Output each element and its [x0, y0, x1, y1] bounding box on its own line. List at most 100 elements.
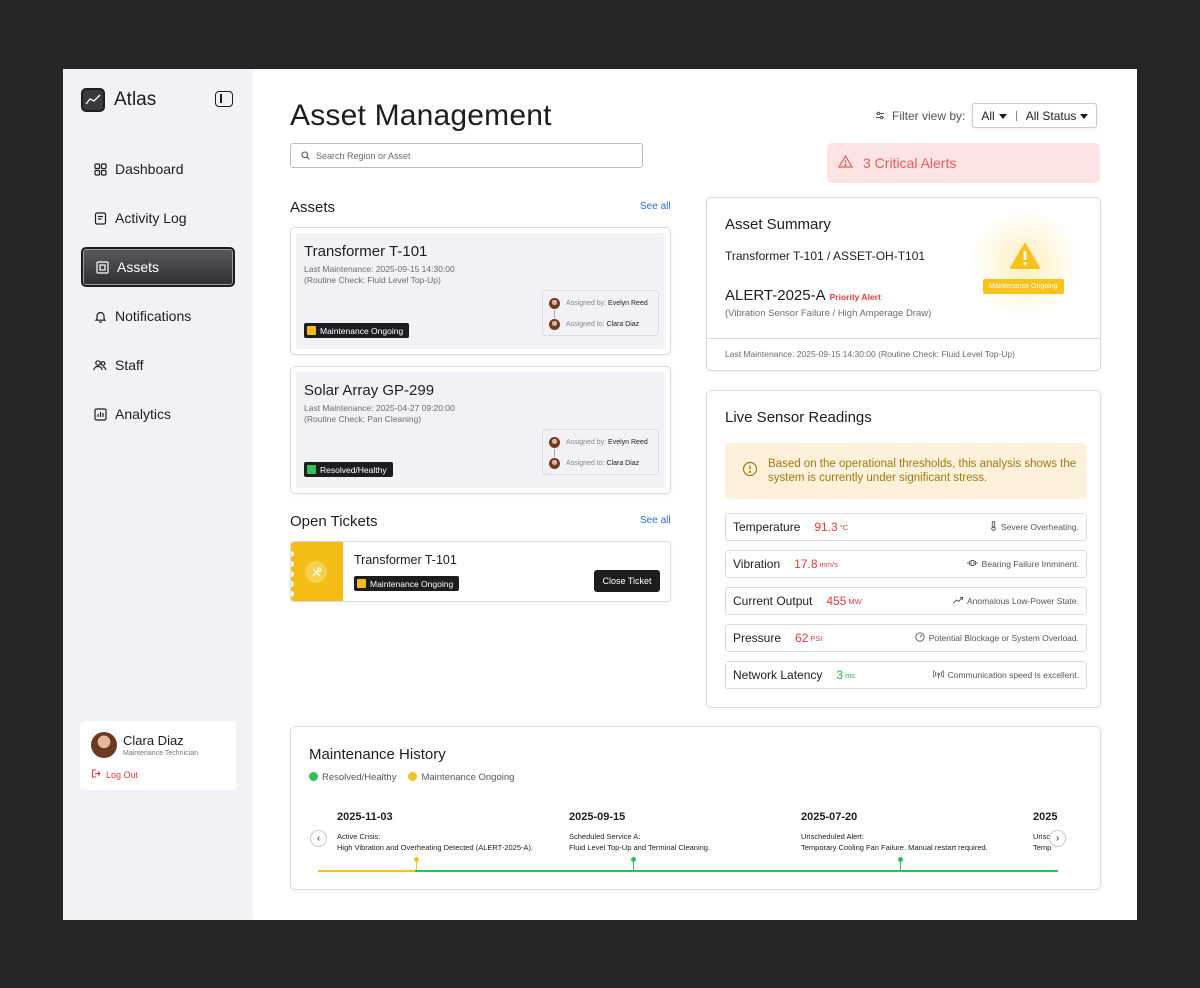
- sidebar-nav: Dashboard Activity Log Assets Notificati…: [81, 149, 235, 443]
- asset-meta: Last Maintenance: 2025-04-27 09:20:00 (R…: [304, 403, 455, 425]
- status-badge: Maintenance Ongoing: [983, 279, 1064, 294]
- sidebar-item-label: Activity Log: [115, 210, 187, 226]
- activity-log-icon: [93, 211, 107, 225]
- sensor-value: 17.8: [794, 557, 818, 571]
- search-box[interactable]: [290, 143, 643, 168]
- sensor-label: Current Output: [733, 594, 813, 608]
- assets-see-all-link[interactable]: See all: [640, 201, 671, 212]
- chevron-down-icon: [1080, 113, 1089, 119]
- sensor-unit: PSI: [810, 633, 823, 643]
- asset-card-body: Solar Array GP-299 Last Maintenance: 202…: [296, 372, 665, 488]
- filter-label: Filter view by:: [892, 108, 966, 123]
- sensor-value: 3: [836, 668, 844, 682]
- assignment-connector: [554, 449, 555, 457]
- sensor-note: Bearing Failure Imminent.: [967, 559, 1079, 569]
- sidebar-item-analytics[interactable]: Analytics: [81, 394, 235, 434]
- sidebar-item-dashboard[interactable]: Dashboard: [81, 149, 235, 189]
- legend-item-healthy: Resolved/Healthy: [309, 772, 396, 783]
- sensor-value: 62: [795, 631, 809, 645]
- sidebar-item-notifications[interactable]: Notifications: [81, 296, 235, 336]
- assigned-to: Assigned to: Clara Diaz: [549, 458, 639, 469]
- asset-last-maintenance: Last Maintenance: 2025-09-15 14:30:00: [304, 264, 455, 274]
- sidebar-item-label: Notifications: [115, 308, 192, 324]
- asset-name: Transformer T-101: [304, 243, 428, 260]
- event-description: High Vibration and Overheating Detected …: [337, 843, 534, 852]
- timeline-prev-button[interactable]: ‹: [310, 830, 327, 847]
- sidebar-item-activity-log[interactable]: Activity Log: [81, 198, 235, 238]
- status-badge-label: Resolved/Healthy: [320, 464, 387, 475]
- avatar: [549, 298, 560, 309]
- summary-alert-id: ALERT-2025-A Priority Alert: [725, 287, 881, 304]
- timeline-next-button[interactable]: ›: [1049, 830, 1066, 847]
- summary-last-maintenance: Last Maintenance: 2025-09-15 14:30:00 (R…: [725, 349, 1015, 359]
- timeline-marker: [631, 857, 636, 870]
- asset-card[interactable]: Solar Array GP-299 Last Maintenance: 202…: [290, 366, 671, 494]
- sensor-value: 455: [826, 594, 847, 608]
- critical-alerts-banner[interactable]: 3 Critical Alerts: [827, 143, 1100, 183]
- timeline-segment-healthy: [415, 870, 1058, 872]
- app-window: Atlas Dashboard Activity Log Assets Noti…: [63, 69, 1137, 920]
- maintenance-history-title: Maintenance History: [309, 746, 446, 763]
- event-date: 2025-09-15: [569, 811, 626, 823]
- critical-alerts-label: 3 Critical Alerts: [863, 155, 957, 171]
- brand[interactable]: Atlas: [81, 88, 156, 112]
- filter-region[interactable]: All: [981, 109, 1007, 123]
- sensor-row-vibration: Vibration 17.8 mm/s Bearing Failure Immin…: [725, 550, 1087, 578]
- user-role: Maintenance Technician: [123, 750, 198, 757]
- gauge-icon: [915, 632, 925, 644]
- user-name: Clara Diaz: [123, 733, 184, 748]
- asset-summary-panel: Asset Summary Transformer T-101 / ASSET-…: [706, 197, 1101, 371]
- ticket-name: Transformer T-101: [354, 553, 457, 567]
- sensor-row-network-latency: Network Latency 3 ms Communication speed …: [725, 661, 1087, 689]
- tickets-see-all-link[interactable]: See all: [640, 515, 671, 526]
- close-ticket-button[interactable]: Close Ticket: [594, 570, 660, 592]
- history-event[interactable]: 2025-09-15 Scheduled Service A: Fluid Le…: [569, 811, 710, 852]
- filter-bar: Filter view by: All All Status: [875, 103, 1098, 128]
- filter-select[interactable]: All All Status: [972, 103, 1098, 128]
- divider: [707, 338, 1100, 339]
- asset-last-maintenance: Last Maintenance: 2025-04-27 09:20:00: [304, 403, 455, 413]
- sidebar: Atlas Dashboard Activity Log Assets Noti…: [63, 69, 253, 920]
- analytics-icon: [93, 407, 107, 421]
- sensor-label: Pressure: [733, 631, 782, 645]
- history-event[interactable]: 2025-07-20 Unscheduled Alert: Temporary …: [801, 811, 988, 852]
- logout-button[interactable]: Log Out: [91, 769, 138, 780]
- bell-icon: [93, 309, 107, 323]
- app-name: Atlas: [114, 89, 157, 110]
- warning-icon: [837, 154, 854, 171]
- ticket-card[interactable]: Transformer T-101 Maintenance Ongoing Cl…: [290, 541, 671, 602]
- event-date: 2025-07-20: [801, 811, 858, 823]
- sensor-unit: °C: [839, 522, 849, 532]
- sidebar-toggle-icon[interactable]: [215, 91, 233, 107]
- sensor-label: Temperature: [733, 520, 801, 534]
- event-label: Unscheduled Alert:: [801, 832, 864, 841]
- trend-icon: [953, 596, 963, 606]
- sensor-row-pressure: Pressure 62 PSI Potential Blockage or Sys…: [725, 624, 1087, 652]
- legend-item-ongoing: Maintenance Ongoing: [408, 772, 514, 783]
- sidebar-item-staff[interactable]: Staff: [81, 345, 235, 385]
- search-input[interactable]: [316, 150, 616, 161]
- chevron-right-icon: ›: [1055, 833, 1060, 844]
- history-event[interactable]: 2025-11-03 Active Crisis: High Vibration…: [337, 811, 533, 852]
- sensor-value: 91.3: [814, 520, 838, 534]
- asset-card[interactable]: Transformer T-101 Last Maintenance: 2025…: [290, 227, 671, 355]
- summary-alert-description: (Vibration Sensor Failure / High Amperag…: [725, 308, 932, 319]
- live-sensor-title: Live Sensor Readings: [725, 409, 872, 426]
- sensor-unit: MW: [848, 596, 862, 606]
- sidebar-item-label: Staff: [115, 357, 144, 373]
- asset-summary-title: Asset Summary: [725, 216, 831, 233]
- stress-notice: Based on the operational thresholds, thi…: [725, 443, 1087, 499]
- atlas-logo-icon: [81, 88, 105, 112]
- sensor-note: Severe Overheating.: [990, 521, 1079, 533]
- filter-status[interactable]: All Status: [1026, 109, 1089, 123]
- status-badge: Resolved/Healthy: [304, 462, 393, 477]
- sensor-note: Anomalous Low-Power State.: [953, 596, 1079, 606]
- live-sensor-panel: Live Sensor Readings Based on the operat…: [706, 390, 1101, 708]
- timeline-segment-ongoing: [318, 870, 415, 872]
- status-badge: Maintenance Ongoing: [354, 576, 460, 591]
- sidebar-item-label: Analytics: [115, 406, 172, 422]
- summary-asset-id: Transformer T-101 / ASSET-OH-T101: [725, 249, 926, 263]
- sensor-label: Vibration: [733, 557, 781, 571]
- sidebar-item-assets[interactable]: Assets: [81, 247, 235, 287]
- signal-icon: [932, 669, 944, 681]
